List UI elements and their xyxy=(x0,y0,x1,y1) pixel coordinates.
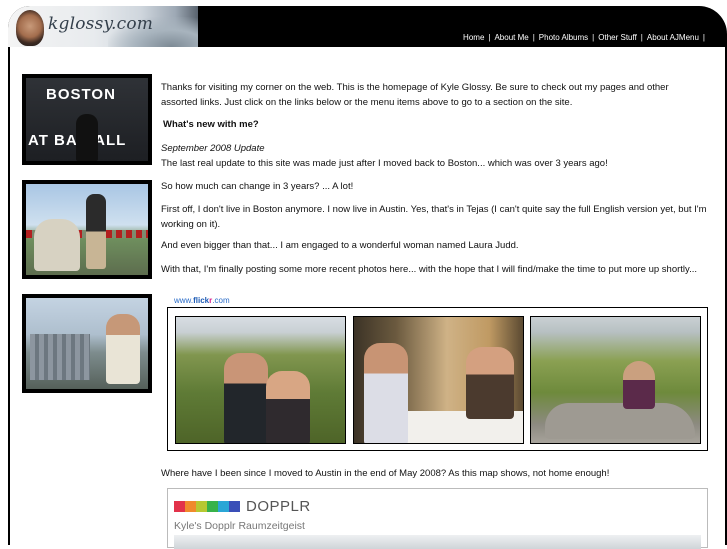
dopplr-swatch xyxy=(185,501,196,512)
person-figure xyxy=(266,371,310,443)
flickr-thumbnail-2[interactable] xyxy=(353,316,524,444)
nav-separator: | xyxy=(702,33,705,42)
person-figure xyxy=(224,353,268,443)
boston-sign-top: BOSTON xyxy=(46,86,116,103)
boston-person-figure xyxy=(76,114,98,161)
dopplr-swatch xyxy=(207,501,218,512)
rock xyxy=(545,403,695,439)
where-paragraph: Where have I been since I moved to Austi… xyxy=(161,468,610,479)
dopplr-logo-icon xyxy=(174,501,240,512)
city-view-photo xyxy=(22,294,152,393)
dopplr-swatch xyxy=(229,501,240,512)
dopplr-swatch xyxy=(196,501,207,512)
flickr-link[interactable]: www.flickr.com xyxy=(174,296,230,305)
site-logo[interactable]: kglossy.com xyxy=(8,6,198,47)
dopplr-brand: DOPPLR xyxy=(246,498,311,515)
nav-separator: | xyxy=(592,33,595,42)
statue-person-figure xyxy=(86,194,106,269)
nav-separator: | xyxy=(640,33,643,42)
flickr-brand-a: flick xyxy=(193,296,210,305)
update-line: The last real update to this site was ma… xyxy=(161,158,608,169)
dopplr-swatch xyxy=(218,501,229,512)
change-question: So how much can change in 3 years? ... A… xyxy=(161,181,354,192)
flickr-badge xyxy=(167,307,708,451)
person-figure xyxy=(466,347,514,419)
flickr-thumbnail-1[interactable] xyxy=(175,316,346,444)
austin-paragraph: First off, I don't live in Boston anymor… xyxy=(161,204,707,230)
logo-portrait-icon xyxy=(16,10,44,46)
photos-paragraph: With that, I'm finally posting some more… xyxy=(161,264,697,275)
intro-paragraph: Thanks for visiting my corner on the web… xyxy=(161,82,669,108)
nav-separator: | xyxy=(532,33,535,42)
flickr-thumbnail-3[interactable] xyxy=(530,316,701,444)
dopplr-badge[interactable]: DOPPLR Kyle's Dopplr Raumzeitgeist xyxy=(167,488,708,549)
logo-text: kglossy.com xyxy=(48,14,154,34)
site-header: kglossy.com Home | About Me | Photo Albu… xyxy=(0,0,727,47)
city-skyline xyxy=(30,334,90,380)
nav-home[interactable]: Home xyxy=(463,33,484,42)
engaged-paragraph: And even bigger than that... I am engage… xyxy=(161,240,519,251)
flickr-prefix: www. xyxy=(174,296,194,305)
statue-stone xyxy=(34,219,80,271)
flickr-suffix: .com xyxy=(212,296,230,305)
nav-about-ajmenu[interactable]: About AJMenu xyxy=(647,33,699,42)
whats-new-heading: What's new with me? xyxy=(163,119,259,130)
dopplr-subtitle: Kyle's Dopplr Raumzeitgeist xyxy=(174,520,305,532)
statue-photo xyxy=(22,180,152,279)
dopplr-swatch xyxy=(174,501,185,512)
nav-about-me[interactable]: About Me xyxy=(494,33,528,42)
person-figure xyxy=(623,361,655,409)
nav-separator: | xyxy=(488,33,491,42)
nav-photo-albums[interactable]: Photo Albums xyxy=(539,33,588,42)
person-figure xyxy=(364,343,408,443)
boston-sign-image: BOSTON AT BA BALL xyxy=(26,78,148,161)
boston-photo: BOSTON AT BA BALL xyxy=(22,74,152,165)
dopplr-map xyxy=(174,535,701,549)
city-person-figure xyxy=(106,314,140,384)
main-nav: Home | About Me | Photo Albums | Other S… xyxy=(463,33,709,42)
update-date: September 2008 Update xyxy=(161,143,265,154)
nav-other-stuff[interactable]: Other Stuff xyxy=(598,33,637,42)
